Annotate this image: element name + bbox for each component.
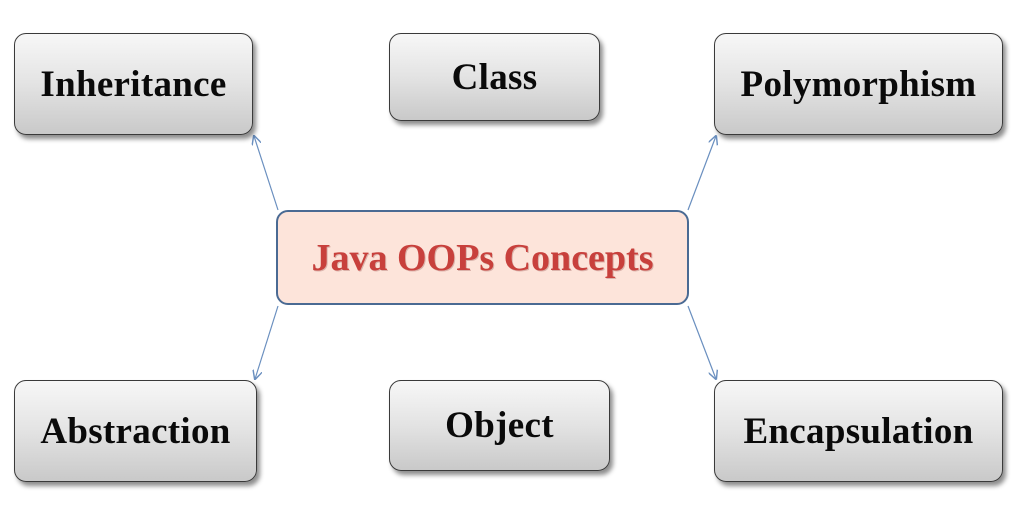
node-abstraction-label: Abstraction xyxy=(40,410,231,452)
node-abstraction: Abstraction xyxy=(14,380,257,482)
node-object: Object xyxy=(389,380,610,471)
arrow-to-abstraction xyxy=(255,305,279,379)
node-polymorphism: Polymorphism xyxy=(714,33,1003,135)
center-node: Java OOPs Concepts xyxy=(276,210,689,305)
node-class: Class xyxy=(389,33,600,121)
node-object-label: Object xyxy=(445,405,554,446)
node-inheritance-label: Inheritance xyxy=(40,63,227,105)
node-polymorphism-label: Polymorphism xyxy=(740,63,977,105)
node-inheritance: Inheritance xyxy=(14,33,253,135)
node-encapsulation: Encapsulation xyxy=(714,380,1003,482)
arrow-to-inheritance xyxy=(254,136,279,211)
center-node-label: Java OOPs Concepts xyxy=(311,236,654,279)
node-class-label: Class xyxy=(451,56,538,98)
arrow-to-polymorphism xyxy=(687,136,716,211)
arrow-to-encapsulation xyxy=(687,305,716,379)
node-encapsulation-label: Encapsulation xyxy=(743,410,974,452)
